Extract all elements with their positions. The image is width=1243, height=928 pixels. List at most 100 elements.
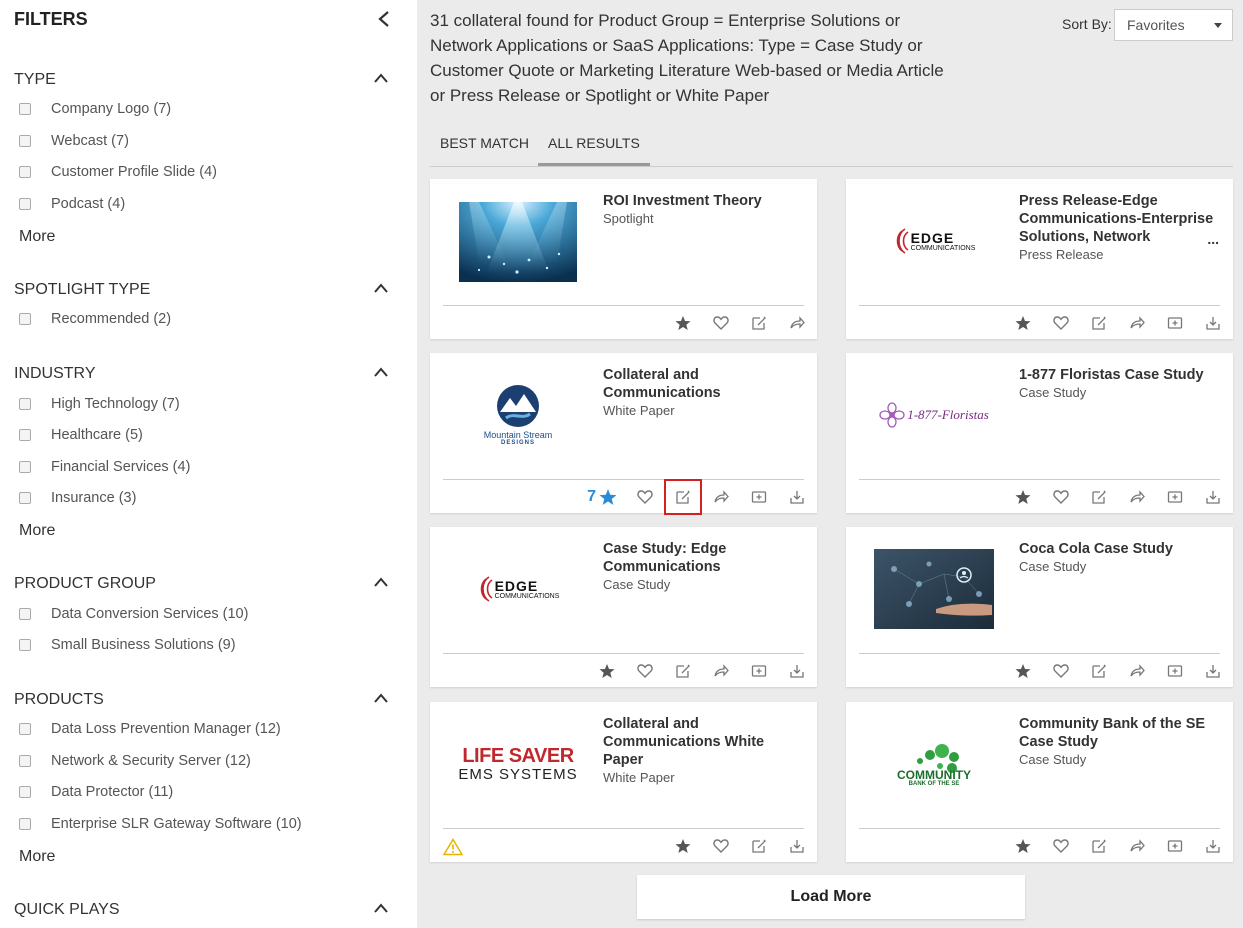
filter-option[interactable]: Healthcare (5) bbox=[19, 425, 143, 445]
heart-icon[interactable] bbox=[635, 662, 655, 680]
thumbnail-image[interactable] bbox=[874, 549, 994, 629]
collateral-card[interactable]: EDGE COMMUNICATIONS Case Study: Edge Com… bbox=[430, 527, 817, 687]
checkbox[interactable] bbox=[19, 608, 31, 620]
edit-icon[interactable] bbox=[673, 662, 693, 680]
card-title[interactable]: Collateral and Communications White Pape… bbox=[603, 715, 808, 787]
filter-option[interactable]: High Technology (7) bbox=[19, 394, 180, 414]
more-ellipsis[interactable]: ... bbox=[1207, 231, 1219, 247]
checkbox[interactable] bbox=[19, 786, 31, 798]
tab-best-match[interactable]: BEST MATCH bbox=[440, 125, 529, 166]
checkbox[interactable] bbox=[19, 818, 31, 830]
collateral-card[interactable]: Mountain Stream DESIGNS Collateral and C… bbox=[430, 353, 817, 515]
checkbox[interactable] bbox=[19, 755, 31, 767]
chevron-up-icon[interactable] bbox=[373, 691, 389, 703]
filter-option[interactable]: Customer Profile Slide (4) bbox=[19, 162, 217, 182]
filter-option[interactable]: Small Business Solutions (9) bbox=[19, 635, 236, 655]
card-title[interactable]: Collateral and Communications White Paper bbox=[603, 366, 808, 420]
star-icon[interactable] bbox=[673, 837, 693, 855]
thumbnail-image[interactable]: EDGE COMMUNICATIONS bbox=[874, 201, 994, 281]
more-link[interactable]: More bbox=[19, 228, 55, 246]
checkbox[interactable] bbox=[19, 723, 31, 735]
present-icon[interactable] bbox=[1165, 314, 1185, 332]
share-icon[interactable] bbox=[711, 488, 731, 506]
share-icon[interactable] bbox=[1127, 314, 1147, 332]
present-icon[interactable] bbox=[749, 488, 769, 506]
thumbnail-image[interactable]: LIFE SAVER EMS SYSTEMS bbox=[458, 724, 578, 804]
heart-icon[interactable] bbox=[635, 488, 655, 506]
edit-icon[interactable] bbox=[1089, 662, 1109, 680]
filter-option[interactable]: Podcast (4) bbox=[19, 194, 125, 214]
card-title[interactable]: ROI Investment Theory Spotlight bbox=[603, 192, 808, 228]
chevron-up-icon[interactable] bbox=[373, 71, 389, 83]
collateral-card[interactable]: COMMUNITY BANK OF THE SE Community Bank … bbox=[846, 702, 1233, 862]
share-icon[interactable] bbox=[1127, 488, 1147, 506]
checkbox[interactable] bbox=[19, 166, 31, 178]
edit-icon[interactable] bbox=[1089, 314, 1109, 332]
filter-option[interactable]: Data Loss Prevention Manager (12) bbox=[19, 719, 281, 739]
checkbox[interactable] bbox=[19, 313, 31, 325]
filter-option[interactable]: Enterprise SLR Gateway Software (10) bbox=[19, 814, 302, 834]
collateral-card[interactable]: 1-877-Floristas 1-877 Floristas Case Stu… bbox=[846, 353, 1233, 513]
collateral-card[interactable]: LIFE SAVER EMS SYSTEMS Collateral and Co… bbox=[430, 702, 817, 862]
filter-option[interactable]: Insurance (3) bbox=[19, 488, 136, 508]
card-title[interactable]: Coca Cola Case Study Case Study bbox=[1019, 540, 1224, 576]
star-icon[interactable] bbox=[597, 662, 617, 680]
download-icon[interactable] bbox=[787, 837, 807, 855]
present-icon[interactable] bbox=[1165, 488, 1185, 506]
star-icon[interactable] bbox=[1013, 837, 1033, 855]
checkbox[interactable] bbox=[19, 492, 31, 504]
filter-option[interactable]: Recommended (2) bbox=[19, 309, 171, 329]
filter-option[interactable]: Financial Services (4) bbox=[19, 457, 190, 477]
filter-option[interactable]: Webcast (7) bbox=[19, 131, 129, 151]
checkbox[interactable] bbox=[19, 103, 31, 115]
chevron-up-icon[interactable] bbox=[373, 365, 389, 377]
download-icon[interactable] bbox=[1203, 662, 1223, 680]
edit-icon[interactable] bbox=[749, 314, 769, 332]
edit-icon[interactable] bbox=[1089, 488, 1109, 506]
download-icon[interactable] bbox=[787, 488, 807, 506]
download-icon[interactable] bbox=[1203, 488, 1223, 506]
filter-option[interactable]: Data Conversion Services (10) bbox=[19, 604, 248, 624]
tab-all-results[interactable]: ALL RESULTS bbox=[538, 125, 650, 166]
checkbox[interactable] bbox=[19, 639, 31, 651]
warning-icon[interactable] bbox=[442, 838, 464, 856]
filter-option[interactable]: Data Protector (11) bbox=[19, 782, 173, 802]
star-icon[interactable] bbox=[1013, 662, 1033, 680]
sort-select[interactable]: Favorites bbox=[1114, 9, 1233, 41]
card-title[interactable]: Community Bank of the SE Case Study Case … bbox=[1019, 715, 1224, 769]
edit-icon[interactable] bbox=[664, 479, 702, 515]
star-icon[interactable] bbox=[1013, 314, 1033, 332]
collateral-card[interactable]: Coca Cola Case Study Case Study bbox=[846, 527, 1233, 687]
present-icon[interactable] bbox=[1165, 837, 1185, 855]
collateral-card[interactable]: ROI Investment Theory Spotlight bbox=[430, 179, 817, 339]
checkbox[interactable] bbox=[19, 135, 31, 147]
card-title[interactable]: 1-877 Floristas Case Study Case Study bbox=[1019, 366, 1224, 402]
chevron-up-icon[interactable] bbox=[373, 281, 389, 293]
edit-icon[interactable] bbox=[1089, 837, 1109, 855]
checkbox[interactable] bbox=[19, 198, 31, 210]
thumbnail-image[interactable]: EDGE COMMUNICATIONS bbox=[458, 549, 578, 629]
thumbnail-image[interactable]: Mountain Stream DESIGNS bbox=[458, 375, 578, 455]
heart-icon[interactable] bbox=[1051, 488, 1071, 506]
card-title[interactable]: Case Study: Edge Communications Case Stud… bbox=[603, 540, 808, 594]
card-title[interactable]: Press Release-Edge Communications-Enterp… bbox=[1019, 192, 1224, 264]
star-icon[interactable] bbox=[673, 314, 693, 332]
heart-icon[interactable] bbox=[1051, 662, 1071, 680]
chevron-up-icon[interactable] bbox=[373, 901, 389, 913]
filter-option[interactable]: Network & Security Server (12) bbox=[19, 751, 251, 771]
more-link[interactable]: More bbox=[19, 522, 55, 540]
chevron-up-icon[interactable] bbox=[373, 575, 389, 587]
thumbnail-image[interactable]: 1-877-Floristas bbox=[874, 375, 994, 455]
more-link[interactable]: More bbox=[19, 848, 55, 866]
checkbox[interactable] bbox=[19, 398, 31, 410]
share-icon[interactable] bbox=[1127, 662, 1147, 680]
favorite-rating[interactable]: 7 bbox=[587, 488, 617, 506]
share-icon[interactable] bbox=[787, 314, 807, 332]
download-icon[interactable] bbox=[1203, 837, 1223, 855]
heart-icon[interactable] bbox=[711, 314, 731, 332]
thumbnail-image[interactable]: COMMUNITY BANK OF THE SE bbox=[874, 724, 994, 804]
heart-icon[interactable] bbox=[1051, 314, 1071, 332]
collateral-card[interactable]: EDGE COMMUNICATIONS Press Release-Edge C… bbox=[846, 179, 1233, 339]
present-icon[interactable] bbox=[749, 662, 769, 680]
load-more-button[interactable]: Load More bbox=[637, 875, 1025, 919]
